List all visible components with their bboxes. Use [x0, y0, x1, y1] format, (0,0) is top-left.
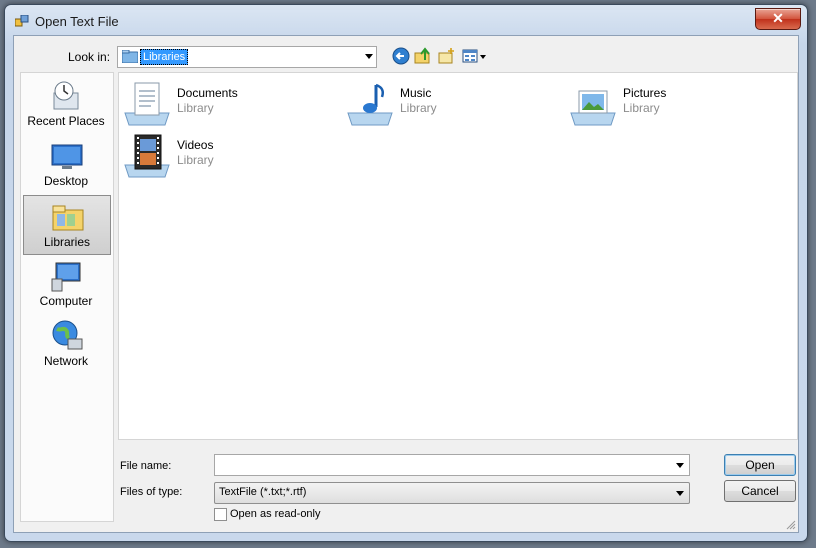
place-label: Libraries — [43, 235, 91, 249]
look-in-value: Libraries — [140, 49, 189, 65]
place-network[interactable]: Network — [23, 315, 109, 373]
back-icon[interactable] — [392, 47, 410, 65]
library-kind: Library — [177, 101, 214, 115]
place-label: Desktop — [43, 174, 89, 188]
network-icon — [52, 320, 83, 350]
library-name: Videos — [177, 138, 214, 152]
library-item-music[interactable]: Music Library — [346, 79, 556, 129]
libraries-folder-icon — [122, 50, 138, 63]
libraries-icon — [52, 205, 84, 231]
music-library-icon — [347, 83, 393, 126]
pictures-library-icon — [570, 90, 616, 126]
library-item-pictures[interactable]: Pictures Library — [569, 79, 779, 129]
open-button[interactable]: Open — [724, 454, 796, 476]
file-type-value: TextFile (*.txt;*.rtf) — [219, 486, 307, 498]
file-type-select[interactable]: TextFile (*.txt;*.rtf) — [214, 482, 690, 504]
place-recent-places[interactable]: Recent Places — [23, 75, 109, 133]
videos-library-icon — [124, 134, 170, 178]
app-icon — [15, 15, 29, 27]
place-computer[interactable]: Computer — [23, 255, 109, 313]
documents-library-icon — [124, 82, 170, 126]
close-button[interactable]: ✕ — [755, 8, 801, 30]
file-list-view[interactable]: Documents Library Music Library Pictures… — [118, 72, 798, 440]
cancel-button[interactable]: Cancel — [724, 480, 796, 502]
place-label: Recent Places — [27, 114, 105, 128]
library-item-documents[interactable]: Documents Library — [123, 79, 333, 129]
library-name: Music — [400, 86, 432, 100]
title-bar[interactable]: Open Text File ✕ — [5, 5, 807, 35]
computer-icon — [51, 262, 81, 292]
place-libraries[interactable]: Libraries — [23, 195, 111, 255]
dialog-body: Look in: Libraries Recent Places Desktop… — [13, 35, 799, 533]
checkbox-box[interactable] — [214, 508, 227, 521]
chevron-down-icon[interactable] — [676, 491, 684, 496]
resize-grip-icon[interactable] — [786, 520, 796, 530]
chevron-down-icon[interactable] — [365, 54, 373, 59]
library-kind: Library — [177, 153, 214, 167]
library-name: Documents — [177, 86, 238, 100]
look-in-label: Look in: — [68, 50, 111, 64]
recent-places-icon — [53, 81, 79, 110]
library-kind: Library — [400, 101, 437, 115]
look-in-combobox[interactable]: Libraries — [117, 46, 377, 68]
file-name-label: File name: — [120, 460, 172, 472]
library-name: Pictures — [623, 86, 667, 100]
places-bar: Recent Places Desktop Libraries Computer… — [20, 72, 114, 522]
new-folder-icon[interactable] — [438, 47, 456, 65]
chevron-down-icon[interactable] — [676, 463, 684, 468]
dialog-window: Open Text File ✕ Look in: Libraries Rece… — [4, 4, 808, 542]
library-item-videos[interactable]: Videos Library — [123, 131, 333, 181]
place-desktop[interactable]: Desktop — [23, 135, 109, 193]
file-name-combobox[interactable] — [214, 454, 690, 476]
window-title: Open Text File — [35, 14, 119, 29]
place-label: Computer — [39, 294, 93, 308]
file-type-label: Files of type: — [120, 486, 183, 498]
read-only-label[interactable]: Open as read-only — [230, 508, 321, 520]
library-kind: Library — [623, 101, 660, 115]
up-folder-icon[interactable] — [414, 47, 432, 65]
place-label: Network — [43, 354, 88, 368]
view-menu-icon[interactable] — [462, 47, 488, 65]
desktop-icon — [51, 144, 83, 169]
